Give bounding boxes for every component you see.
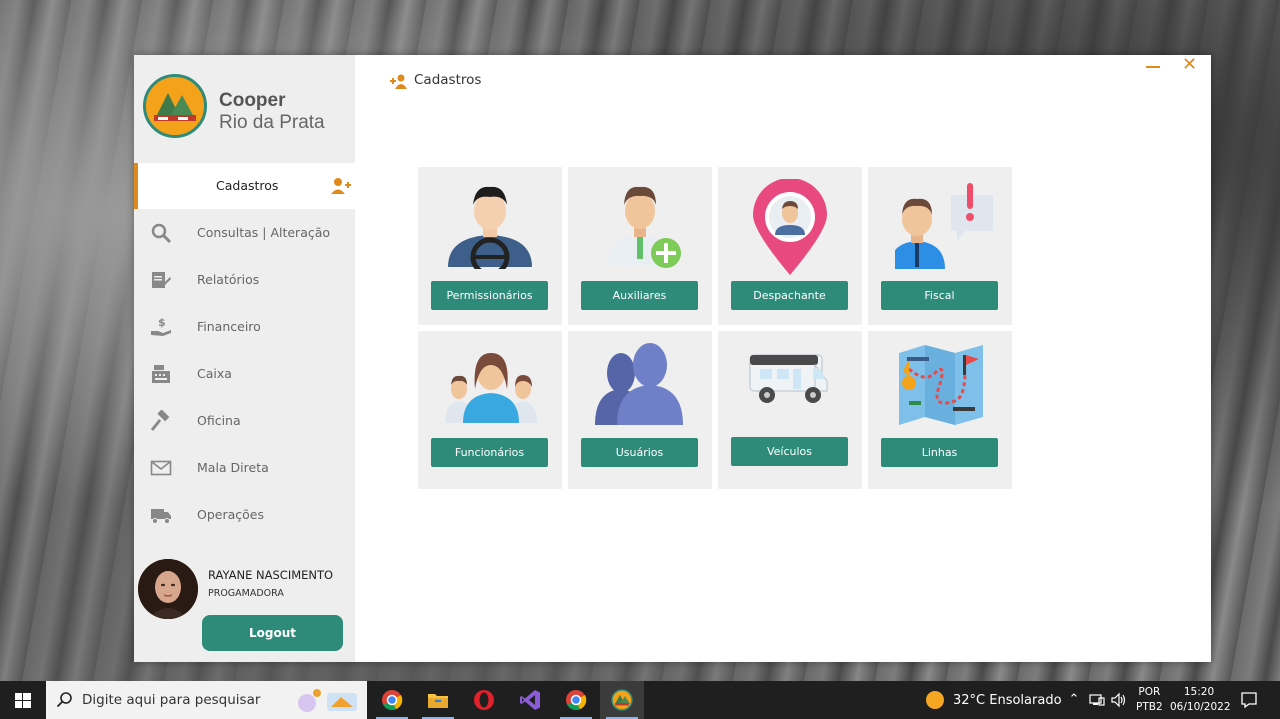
chrome-taskbar-icon[interactable] [554, 681, 598, 719]
sidebar-item-label: Relatórios [197, 272, 260, 287]
envelope-icon [150, 457, 172, 479]
taskbar-search-input[interactable]: Digite aqui para pesquisar [46, 681, 367, 719]
add-person-icon [390, 73, 408, 89]
keyboard-layout: PTB2 [1136, 701, 1163, 713]
user-name: RAYANE NASCIMENTO [208, 568, 334, 582]
file-explorer-taskbar-icon[interactable] [416, 681, 460, 719]
driver-icon [448, 186, 532, 269]
sidebar-item-label: Operações [197, 507, 264, 522]
brand-logo [143, 74, 207, 138]
search-placeholder: Digite aqui para pesquisar [82, 692, 261, 708]
sidebar-item-operacoes[interactable]: Operações [134, 492, 355, 538]
fiscal-button[interactable]: Fiscal [881, 281, 998, 310]
clock-time: 15:20 [1183, 686, 1215, 698]
sidebar-item-mala-direta[interactable]: Mala Direta [134, 445, 355, 491]
despachante-button[interactable]: Despachante [731, 281, 848, 310]
tile-fiscal[interactable]: Fiscal [868, 167, 1012, 325]
veiculos-button[interactable]: Veículos [731, 437, 848, 466]
tile-veiculos[interactable]: Veículos [718, 331, 862, 489]
svg-text:$: $ [158, 316, 166, 329]
speaker-icon[interactable] [1111, 692, 1127, 708]
page-title: Cadastros [414, 72, 482, 88]
sidebar-item-label: Financeiro [197, 319, 261, 334]
avatar [138, 559, 198, 619]
sidebar-item-label: Mala Direta [197, 460, 269, 475]
tile-permissionarios[interactable]: Permissionários [418, 167, 562, 325]
sidebar-item-oficina[interactable]: Oficina [134, 398, 355, 444]
input-language[interactable]: POR PTB2 [1136, 685, 1163, 715]
clock-date: 06/10/2022 [1170, 701, 1231, 713]
language-code: POR [1138, 686, 1161, 698]
network-icon[interactable] [1089, 692, 1105, 708]
minimize-button[interactable] [1144, 55, 1162, 75]
sidebar-item-consultas[interactable]: Consultas | Alteração [134, 210, 355, 256]
user-role: PROGAMADORA [208, 588, 284, 599]
money-hand-icon: $ [150, 316, 172, 338]
route-map-icon [899, 345, 983, 425]
app-window: Cooper Rio da Prata Cadastros Consultas … [134, 55, 1211, 662]
van-icon [749, 354, 828, 403]
tile-auxiliares[interactable]: Auxiliares [568, 167, 712, 325]
sidebar-item-label: Oficina [197, 413, 241, 428]
tile-linhas[interactable]: Linhas [868, 331, 1012, 489]
chrome-taskbar-icon[interactable] [370, 681, 414, 719]
weather-sun-icon[interactable] [926, 691, 944, 709]
sidebar-item-label: Caixa [197, 366, 232, 381]
chevron-up-icon[interactable]: ⌃ [1066, 692, 1082, 708]
tile-despachante[interactable]: Despachante [718, 167, 862, 325]
cooper-app-taskbar-icon[interactable] [600, 681, 644, 719]
permissionarios-button[interactable]: Permissionários [431, 281, 548, 310]
windows-start-icon[interactable] [0, 681, 46, 719]
usuarios-button[interactable]: Usuários [581, 438, 698, 467]
brand-subtitle: Rio da Prata [219, 112, 325, 133]
sidebar-item-label: Consultas | Alteração [197, 225, 331, 240]
linhas-button[interactable]: Linhas [881, 438, 998, 467]
truck-icon [150, 504, 172, 526]
sidebar: Cooper Rio da Prata Cadastros Consultas … [134, 55, 355, 662]
sidebar-item-cadastros[interactable]: Cadastros [134, 163, 355, 209]
tile-funcionarios[interactable]: Funcionários [418, 331, 562, 489]
sidebar-item-label: Cadastros [216, 178, 279, 193]
report-edit-icon [150, 269, 172, 291]
close-icon[interactable]: ✕ [1182, 56, 1198, 74]
add-person-icon [330, 175, 352, 197]
search-icon [150, 222, 172, 244]
brand-name: Cooper [219, 90, 286, 111]
cash-register-icon [150, 363, 172, 385]
tile-usuarios[interactable]: Usuários [568, 331, 712, 489]
funcionarios-button[interactable]: Funcionários [431, 438, 548, 467]
location-person-icon [753, 179, 827, 275]
hammer-icon [150, 409, 172, 432]
visual-studio-taskbar-icon[interactable] [508, 681, 552, 719]
sidebar-item-financeiro[interactable]: $ Financeiro [134, 304, 355, 350]
add-assistant-icon [607, 186, 681, 268]
auxiliares-button[interactable]: Auxiliares [581, 281, 698, 310]
search-icon [56, 691, 74, 709]
search-highlight-icon [293, 685, 363, 715]
notification-icon[interactable] [1240, 691, 1258, 709]
sidebar-item-relatorios[interactable]: Relatórios [134, 257, 355, 303]
logout-button[interactable]: Logout [202, 615, 343, 651]
taskbar: Digite aqui para pesquisar 32°C Ensolara… [0, 681, 1280, 719]
employees-group-icon [445, 353, 537, 423]
sidebar-item-caixa[interactable]: Caixa [134, 351, 355, 397]
brand: Cooper Rio da Prata [143, 74, 353, 140]
users-icon [595, 343, 683, 425]
clock[interactable]: 15:20 06/10/2022 [1170, 685, 1231, 715]
weather-status[interactable]: 32°C Ensolarado [953, 693, 1062, 708]
opera-taskbar-icon[interactable] [462, 681, 506, 719]
inspector-alert-icon [895, 183, 993, 269]
